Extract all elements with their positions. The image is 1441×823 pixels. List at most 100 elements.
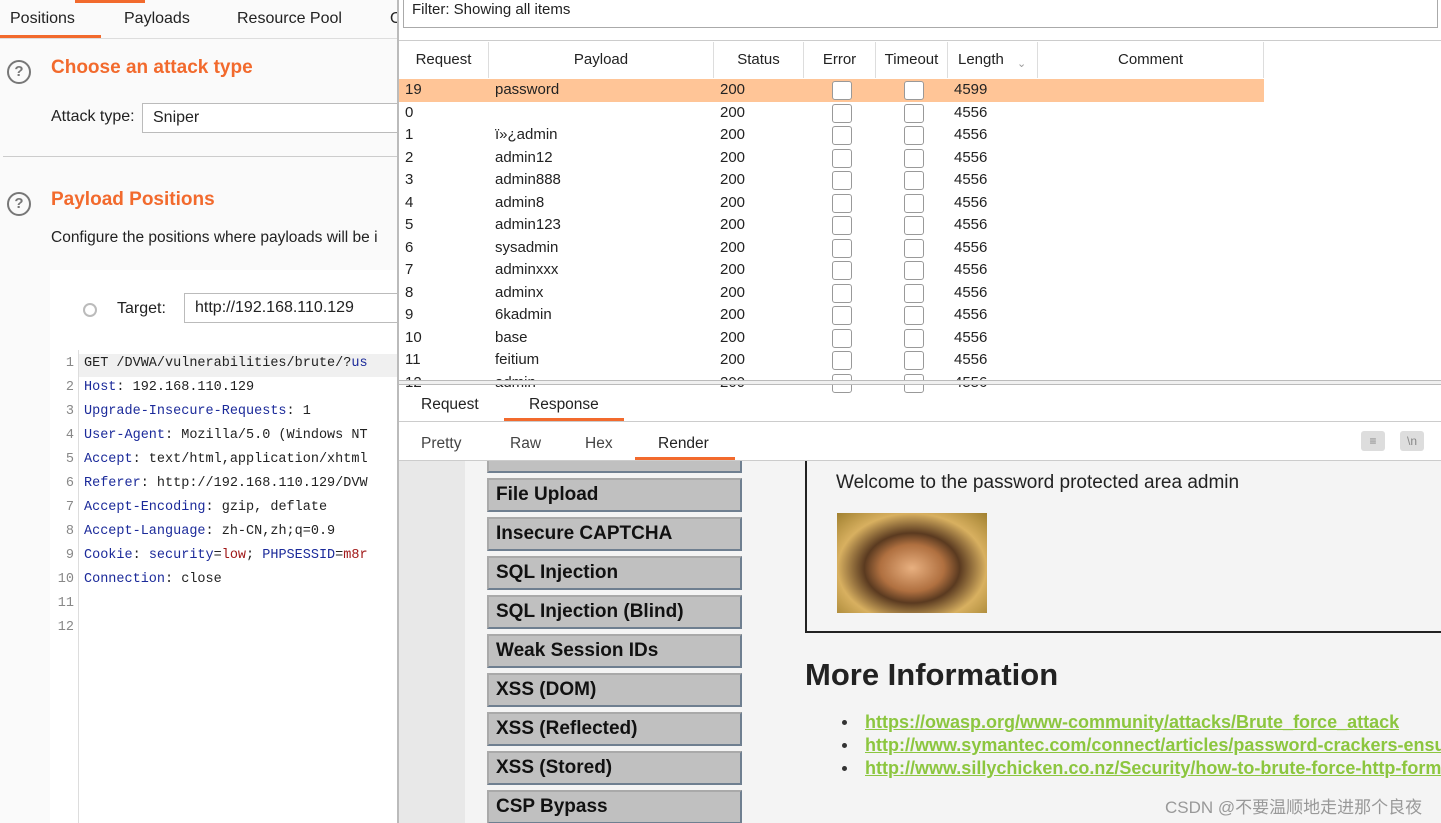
table-row[interactable]: 10 base 200 4556 [399, 327, 1264, 350]
table-row[interactable]: 2 admin12 200 4556 [399, 147, 1264, 170]
column-header-timeout[interactable]: Timeout [876, 42, 948, 78]
table-row[interactable]: 3 admin888 200 4556 [399, 169, 1264, 192]
timeout-checkbox[interactable] [904, 238, 924, 258]
timeout-checkbox[interactable] [904, 283, 924, 303]
tab-response[interactable]: Response [529, 396, 599, 414]
timeout-checkbox[interactable] [904, 351, 924, 370]
menu-button[interactable]: SQL Injection [487, 556, 742, 590]
request-line[interactable]: Connection: close [84, 572, 222, 587]
wrap-lines-icon[interactable]: ≡ [1361, 431, 1385, 451]
length-cell: 4556 [954, 103, 988, 121]
table-row[interactable]: 7 adminxxx 200 4556 [399, 259, 1264, 282]
error-checkbox[interactable] [832, 283, 852, 303]
menu-button[interactable]: File Inclusion [487, 461, 742, 473]
error-checkbox[interactable] [832, 261, 852, 280]
split-pane-divider[interactable] [399, 380, 1441, 385]
target-input[interactable]: http://192.168.110.129 [184, 293, 400, 323]
chevron-down-icon[interactable]: ⌄ [1017, 57, 1026, 70]
timeout-checkbox[interactable] [904, 103, 924, 123]
menu-button[interactable]: Insecure CAPTCHA [487, 517, 742, 551]
error-checkbox[interactable] [832, 328, 852, 348]
start-attack-button-edge[interactable] [75, 0, 145, 3]
column-header-status[interactable]: Status [714, 42, 804, 78]
request-editor[interactable]: Target: http://192.168.110.129 [50, 270, 400, 823]
tab-request[interactable]: Request [421, 396, 479, 414]
menu-button[interactable]: CSP Bypass [487, 790, 742, 823]
request-line[interactable]: Host: 192.168.110.129 [84, 380, 254, 395]
table-row[interactable]: 9 6kadmin 200 4556 [399, 304, 1264, 327]
request-line[interactable]: Accept: text/html,application/xhtml [84, 452, 368, 467]
external-link[interactable]: http://www.sillychicken.co.nz/Security/h… [865, 758, 1441, 779]
menu-button[interactable]: File Upload [487, 478, 742, 512]
timeout-checkbox[interactable] [904, 306, 924, 325]
tab-resource-pool[interactable]: Resource Pool [237, 10, 342, 28]
request-line[interactable]: GET /DVWA/vulnerabilities/brute/?us [84, 356, 368, 371]
request-line[interactable]: Upgrade-Insecure-Requests: 1 [84, 404, 311, 419]
column-header-payload[interactable]: Payload [489, 42, 714, 78]
external-link[interactable]: http://www.symantec.com/connect/articles… [865, 735, 1441, 756]
external-link[interactable]: https://owasp.org/www-community/attacks/… [865, 712, 1399, 733]
table-row[interactable]: 6 sysadmin 200 4556 [399, 237, 1264, 260]
menu-button[interactable]: SQL Injection (Blind) [487, 595, 742, 629]
error-checkbox[interactable] [832, 306, 852, 325]
menu-button[interactable]: XSS (Reflected) [487, 712, 742, 746]
request-line[interactable]: User-Agent: Mozilla/5.0 (Windows NT [84, 428, 368, 443]
help-icon[interactable]: ? [7, 192, 31, 216]
status-cell: 200 [720, 193, 746, 211]
error-checkbox[interactable] [832, 81, 852, 100]
request-token: PHPSESSID [262, 548, 336, 563]
column-header-error[interactable]: Error [804, 42, 876, 78]
timeout-checkbox[interactable] [904, 216, 924, 235]
column-header-request[interactable]: Request [399, 42, 489, 78]
column-header-comment[interactable]: Comment [1038, 42, 1264, 78]
subtab-pretty[interactable]: Pretty [421, 435, 461, 453]
watermark: CSDN @不要温顺地走进那个良夜 [1165, 798, 1423, 817]
table-row[interactable]: 8 adminx 200 4556 [399, 282, 1264, 305]
request-cell: 7 [405, 261, 414, 278]
tab-payloads[interactable]: Payloads [124, 10, 190, 28]
error-checkbox[interactable] [832, 193, 852, 213]
request-line[interactable]: Accept-Language: zh-CN,zh;q=0.9 [84, 524, 335, 539]
payload-cell: adminx [495, 283, 544, 301]
subtab-render[interactable]: Render [658, 435, 709, 453]
subtab-hex[interactable]: Hex [585, 435, 613, 453]
timeout-checkbox[interactable] [904, 193, 924, 213]
line-number: 11 [57, 596, 74, 611]
filter-bar[interactable]: Filter: Showing all items [403, 0, 1438, 28]
timeout-checkbox[interactable] [904, 126, 924, 145]
error-checkbox[interactable] [832, 148, 852, 168]
table-row[interactable]: 0 200 4556 [399, 102, 1264, 125]
table-row[interactable]: 4 admin8 200 4556 [399, 192, 1264, 215]
table-row[interactable]: 19 password 200 4599 [399, 79, 1264, 102]
subtab-raw[interactable]: Raw [510, 435, 541, 453]
menu-button[interactable]: XSS (DOM) [487, 673, 742, 707]
error-checkbox[interactable] [832, 126, 852, 145]
tab-positions[interactable]: Positions [10, 10, 75, 28]
request-line[interactable]: Accept-Encoding: gzip, deflate [84, 500, 327, 515]
attack-type-select[interactable]: Sniper [142, 103, 400, 133]
help-icon[interactable]: ? [7, 60, 31, 84]
timeout-checkbox[interactable] [904, 328, 924, 348]
timeout-checkbox[interactable] [904, 261, 924, 280]
timeout-checkbox[interactable] [904, 81, 924, 100]
timeout-checkbox[interactable] [904, 148, 924, 168]
request-cell: 10 [405, 328, 422, 346]
timeout-checkbox[interactable] [904, 171, 924, 190]
payload-cell: adminxxx [495, 261, 559, 278]
bullet [842, 766, 847, 771]
request-token: : Mozilla/5.0 (Windows NT [165, 428, 368, 443]
menu-button[interactable]: Weak Session IDs [487, 634, 742, 668]
error-checkbox[interactable] [832, 171, 852, 190]
request-line[interactable]: Cookie: security=low; PHPSESSID=m8r [84, 548, 368, 563]
menu-button[interactable]: XSS (Stored) [487, 751, 742, 785]
table-row[interactable]: 11 feitium 200 4556 [399, 349, 1264, 372]
error-checkbox[interactable] [832, 238, 852, 258]
newline-toggle-icon[interactable]: \n [1400, 431, 1424, 451]
request-line[interactable]: Referer: http://192.168.110.129/DVW [84, 476, 368, 491]
error-checkbox[interactable] [832, 351, 852, 370]
table-row[interactable]: 1 ï»¿admin 200 4556 [399, 124, 1264, 147]
status-cell: 200 [720, 148, 746, 166]
error-checkbox[interactable] [832, 216, 852, 235]
error-checkbox[interactable] [832, 103, 852, 123]
table-row[interactable]: 5 admin123 200 4556 [399, 214, 1264, 237]
